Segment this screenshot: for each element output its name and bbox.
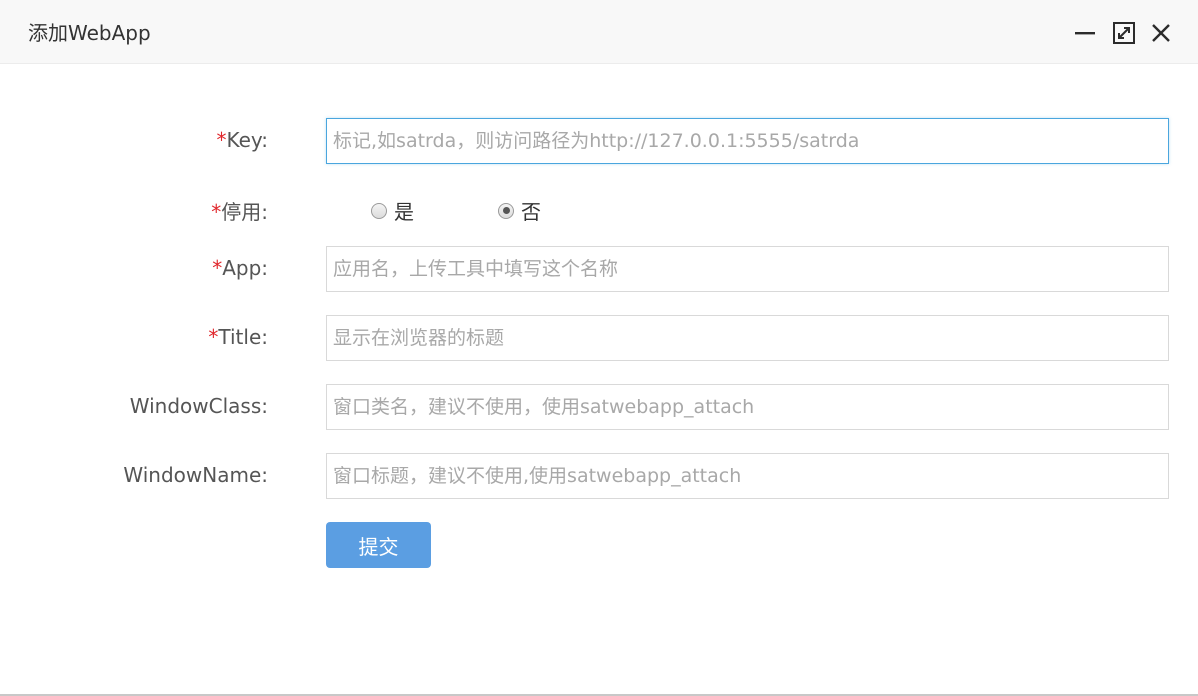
title-label: *Title: [208, 325, 268, 349]
window-name-label: WindowName: [123, 463, 268, 487]
minimize-icon [1075, 32, 1095, 35]
required-mark: * [208, 325, 219, 349]
radio-yes-label: 是 [394, 200, 414, 224]
required-mark: * [212, 256, 223, 280]
window-title: 添加WebApp [28, 21, 151, 45]
window-name-input[interactable] [326, 453, 1169, 499]
key-input[interactable] [326, 118, 1169, 164]
window-class-label: WindowClass: [129, 394, 268, 418]
radio-yes-circle[interactable] [371, 202, 387, 219]
radio-no-label: 否 [521, 200, 541, 224]
submit-button[interactable]: 提交 [326, 522, 431, 568]
close-icon [1152, 24, 1170, 42]
dialog-window: 添加WebApp *Key: *停用: [0, 0, 1198, 696]
app-input[interactable] [326, 246, 1169, 292]
window-class-input[interactable] [326, 384, 1169, 430]
maximize-icon [1113, 22, 1135, 44]
disabled-label: *停用: [211, 200, 268, 224]
radio-no-circle[interactable] [498, 202, 514, 219]
radio-yes[interactable]: 是 [371, 196, 414, 225]
close-button[interactable] [1148, 20, 1174, 46]
required-mark: * [211, 200, 222, 224]
minimize-button[interactable] [1072, 20, 1098, 46]
maximize-button[interactable] [1111, 20, 1137, 46]
required-mark: * [216, 128, 227, 152]
title-bar: 添加WebApp [0, 0, 1198, 64]
radio-no[interactable]: 否 [498, 196, 541, 225]
key-label: *Key: [216, 128, 268, 152]
title-input[interactable] [326, 315, 1169, 361]
app-label: *App: [212, 256, 268, 280]
